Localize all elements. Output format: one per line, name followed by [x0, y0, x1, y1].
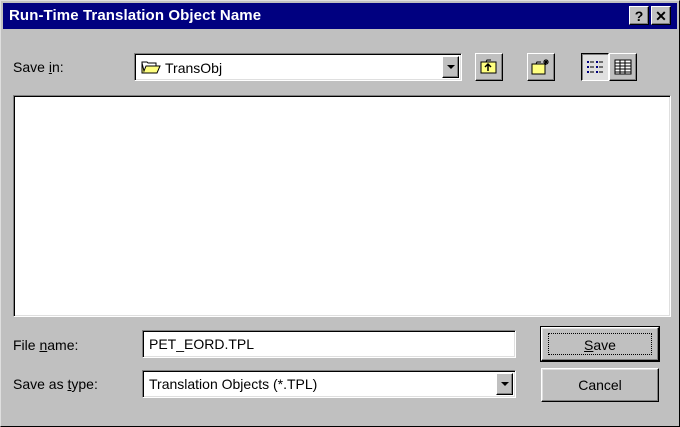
- save-as-type-label: Save as type:: [13, 376, 98, 392]
- list-view-icon: [586, 59, 604, 78]
- file-name-label: File name:: [13, 337, 79, 353]
- save-in-combo[interactable]: TransObj: [134, 53, 462, 81]
- folder-icon: [141, 59, 161, 78]
- list-view-button[interactable]: [581, 53, 609, 81]
- save-in-dropdown-button[interactable]: [442, 56, 459, 78]
- close-button[interactable]: ✕: [651, 6, 671, 25]
- save-as-type-dropdown-button[interactable]: [496, 373, 513, 395]
- file-list-pane[interactable]: [13, 95, 671, 317]
- file-name-value: PET_EORD.TPL: [149, 336, 255, 352]
- title-bar: Run-Time Translation Object Name ? ✕: [3, 3, 677, 29]
- save-as-type-combo[interactable]: Translation Objects (*.TPL): [142, 370, 516, 398]
- new-folder-button[interactable]: [527, 53, 555, 81]
- save-button[interactable]: Save: [540, 326, 660, 362]
- details-view-icon: [614, 59, 632, 78]
- file-name-input[interactable]: PET_EORD.TPL: [142, 330, 516, 358]
- window-title: Run-Time Translation Object Name: [9, 7, 262, 24]
- up-one-level-button[interactable]: [475, 53, 503, 81]
- save-dialog: Run-Time Translation Object Name ? ✕ Sav…: [0, 0, 680, 427]
- focus-rect: Save: [548, 333, 652, 355]
- cancel-button[interactable]: Cancel: [541, 368, 659, 402]
- up-folder-icon: [480, 59, 498, 78]
- new-folder-icon: [531, 58, 551, 79]
- save-in-value: TransObj: [165, 60, 223, 76]
- help-button[interactable]: ?: [629, 6, 649, 25]
- save-as-type-value: Translation Objects (*.TPL): [149, 376, 318, 392]
- details-view-button[interactable]: [609, 53, 637, 81]
- save-in-label: Save in:: [13, 59, 64, 75]
